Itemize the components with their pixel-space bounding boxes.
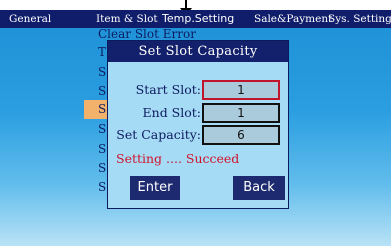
back-button[interactable]: Back	[233, 176, 285, 200]
menu-item[interactable]: S	[98, 140, 106, 159]
menu-item[interactable]: S	[98, 82, 106, 101]
menu-item[interactable]: S	[98, 159, 106, 178]
set-capacity-input[interactable]: 6	[202, 125, 280, 145]
start-slot-input[interactable]: 1	[202, 80, 280, 100]
tab-sys-setting[interactable]: Sys. Setting	[328, 10, 391, 28]
end-slot-input[interactable]: 1	[202, 103, 280, 123]
end-slot-row: End Slot: 1	[108, 103, 288, 123]
set-capacity-row: Set Capacity: 6	[108, 125, 288, 145]
set-capacity-label: Set Capacity:	[116, 127, 201, 142]
set-slot-capacity-dialog: Set Slot Capacity Start Slot: 1 End Slot…	[107, 40, 289, 209]
end-slot-label: End Slot:	[142, 105, 201, 120]
enter-button[interactable]: Enter	[130, 176, 180, 200]
tab-general[interactable]: General	[9, 10, 51, 28]
start-slot-row: Start Slot: 1	[108, 80, 288, 100]
menu-item[interactable]: S	[98, 120, 106, 139]
menu-item[interactable]: S	[98, 63, 106, 82]
menu-item[interactable]: S	[98, 178, 106, 197]
header-strip	[0, 0, 391, 10]
tab-sale-payment[interactable]: Sale&Payment	[254, 10, 332, 28]
status-message: Setting .... Succeed	[116, 151, 240, 166]
menu-item[interactable]: T	[98, 43, 106, 62]
start-slot-label: Start Slot:	[135, 82, 201, 97]
dialog-title: Set Slot Capacity	[108, 41, 288, 62]
